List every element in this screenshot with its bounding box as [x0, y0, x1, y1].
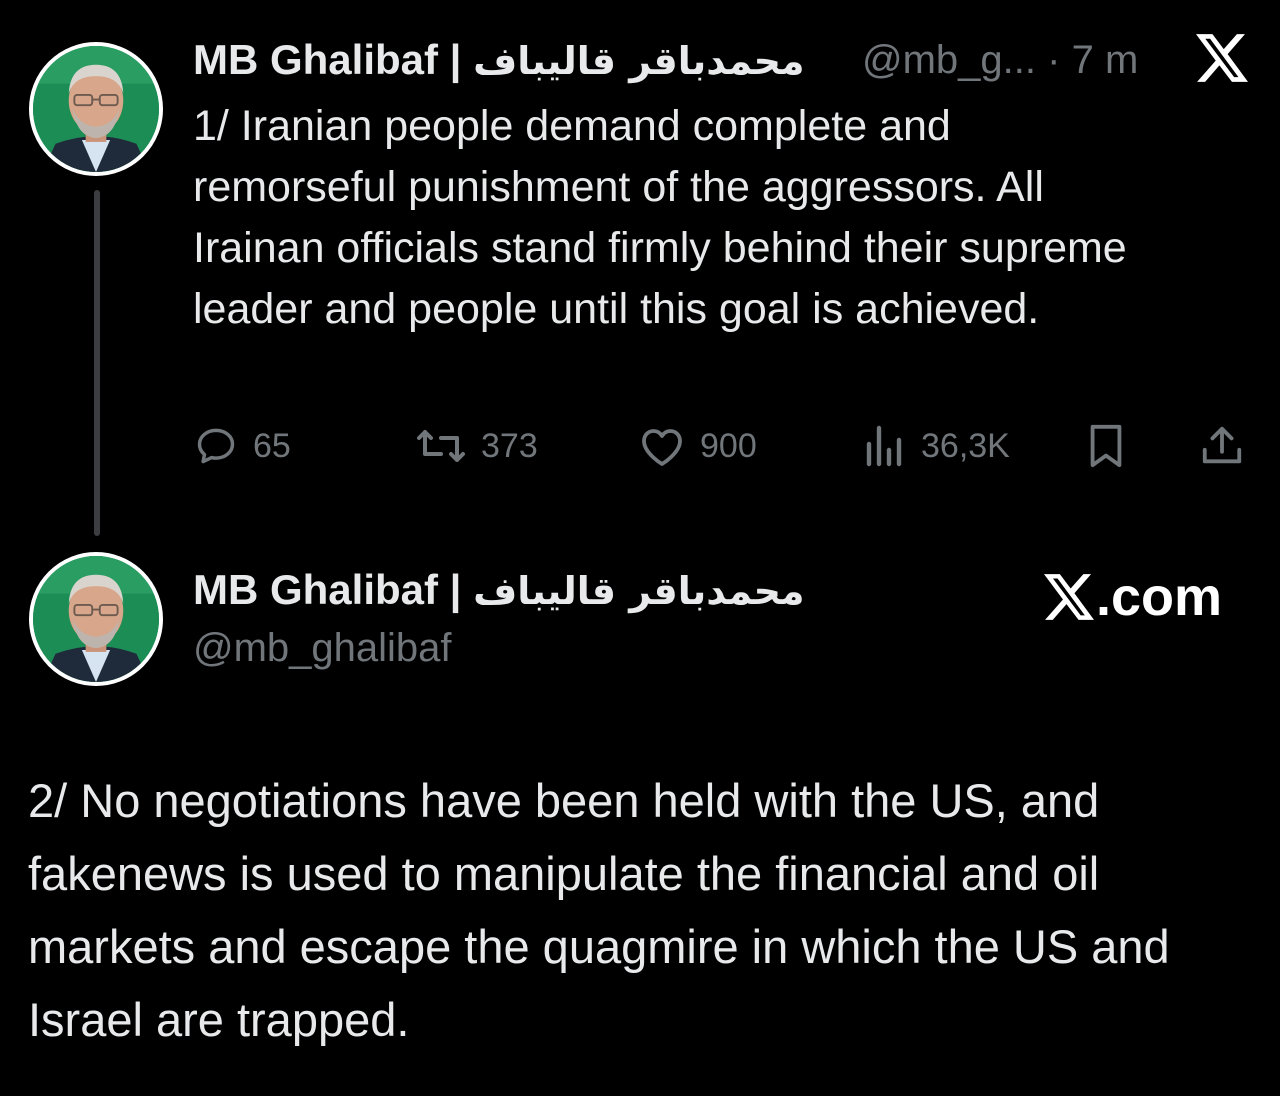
- x-com-watermark: .com: [1044, 566, 1222, 628]
- heart-icon: [638, 424, 686, 468]
- reply-bubble-icon: [193, 424, 239, 468]
- repost-button[interactable]: 373: [415, 420, 538, 472]
- tweet2-handle[interactable]: @mb_ghalibaf: [193, 626, 452, 671]
- author-name-arabic: محمدباقر قالیباف: [473, 39, 805, 83]
- bookmark-button[interactable]: [1084, 420, 1128, 472]
- tweet1-timestamp[interactable]: 7 m: [1072, 38, 1139, 82]
- avatar-portrait-image: [33, 556, 159, 682]
- author-name-latin: MB Ghalibaf |: [193, 36, 462, 83]
- tweet2-body-text: 2/ No negotiations have been held with t…: [28, 774, 1170, 1046]
- bar-chart-icon: [863, 424, 907, 468]
- share-button[interactable]: [1199, 420, 1245, 472]
- tweet1-action-bar: 65 373 900 36,3K: [193, 420, 1253, 472]
- author-name-arabic: محمدباقر قالیباف: [473, 569, 805, 613]
- views-button[interactable]: 36,3K: [863, 420, 1010, 472]
- like-button[interactable]: 900: [638, 420, 757, 472]
- author-name-latin: MB Ghalibaf |: [193, 566, 462, 613]
- repost-count: 373: [481, 426, 538, 465]
- bookmark-icon: [1084, 423, 1128, 469]
- reply-count: 65: [253, 426, 291, 465]
- x-logo-icon: [1044, 574, 1096, 620]
- tweet2-author-name[interactable]: MB Ghalibaf | محمدباقر قالیباف: [193, 566, 805, 614]
- views-count: 36,3K: [921, 426, 1010, 465]
- thread-connector-line: [94, 190, 100, 536]
- tweet1-handle[interactable]: @mb_g...: [862, 38, 1036, 82]
- watermark-domain-text: .com: [1096, 567, 1223, 627]
- tweet1-author-name[interactable]: MB Ghalibaf | محمدباقر قالیباف: [193, 36, 805, 84]
- share-upload-icon: [1199, 423, 1245, 469]
- tweet1-meta: @mb_g... · 7 m: [862, 38, 1138, 83]
- author-avatar[interactable]: [29, 552, 163, 686]
- tweet1-body-text: 1/ Iranian people demand complete and re…: [193, 102, 1127, 333]
- meta-separator: ·: [1047, 38, 1061, 82]
- avatar-portrait-image: [33, 46, 159, 172]
- repost-arrows-icon: [415, 424, 467, 468]
- x-logo-icon: [1196, 34, 1248, 82]
- author-avatar[interactable]: [29, 42, 163, 176]
- like-count: 900: [700, 426, 757, 465]
- reply-button[interactable]: 65: [193, 420, 291, 472]
